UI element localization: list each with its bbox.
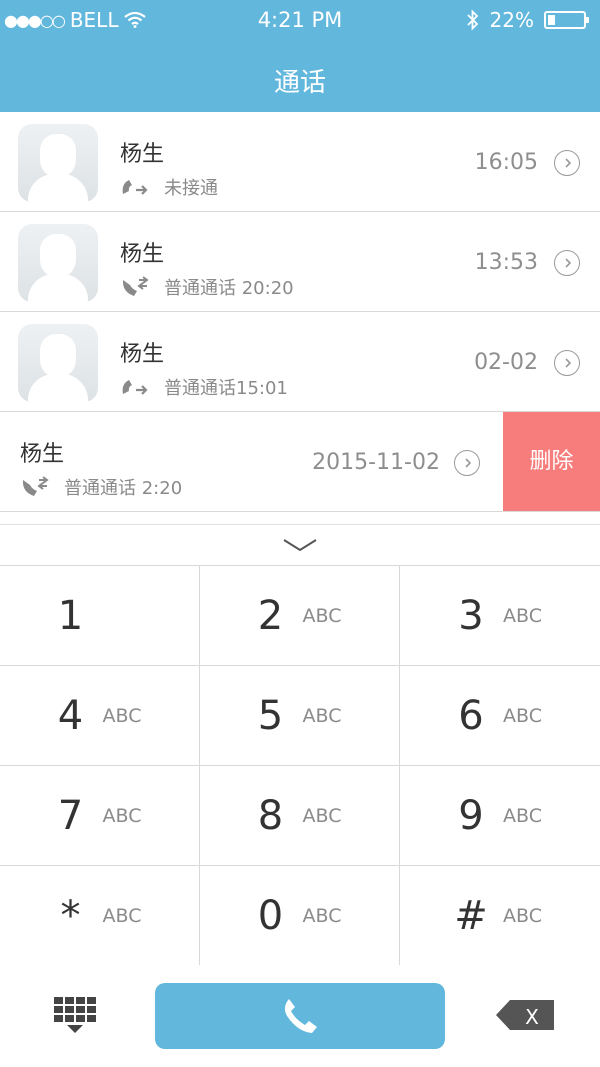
key-digit: * (60, 892, 81, 939)
key-letters: ABC (302, 604, 342, 627)
key-digit: 6 (458, 692, 484, 739)
key-letters: ABC (302, 804, 342, 827)
key-hash[interactable]: # ABC (400, 866, 600, 966)
delete-button[interactable]: 删除 (503, 412, 600, 511)
call-button[interactable] (155, 983, 445, 1049)
key-7[interactable]: 7 ABC (0, 766, 200, 866)
avatar (18, 324, 98, 402)
key-letters: ABC (102, 704, 142, 727)
bottom-bar: X (0, 965, 600, 1067)
contact-name: 杨生 (120, 142, 165, 167)
call-time: 13:53 (474, 250, 538, 275)
key-letters: ABC (302, 704, 342, 727)
key-letters: ABC (102, 804, 142, 827)
call-detail: 未接通 (164, 178, 218, 199)
incoming-call-icon (22, 476, 49, 496)
key-digit: 7 (57, 792, 84, 839)
key-3[interactable]: 3 ABC (400, 566, 600, 666)
call-row[interactable]: 杨生 普通通话15:01 02-02 (0, 312, 600, 412)
page-title: 通话 (273, 68, 326, 98)
outgoing-call-icon (122, 380, 148, 395)
key-digit: 8 (257, 792, 284, 839)
battery-icon (544, 11, 589, 29)
call-row[interactable]: 杨生 普通通话 2:20 2015-11-02 删除 (0, 412, 600, 512)
status-bar: ●●●○○ BELL 4:21 PM 22% (0, 6, 600, 34)
key-digit: 4 (57, 692, 84, 739)
key-6[interactable]: 6 ABC (400, 666, 600, 766)
call-detail: 普通通话 20:20 (164, 278, 294, 299)
avatar (18, 224, 98, 302)
key-1[interactable]: 1 (0, 566, 200, 666)
key-digit: 2 (257, 592, 284, 639)
key-letters: ABC (503, 904, 542, 927)
key-letters: ABC (503, 704, 542, 727)
key-letters: ABC (302, 904, 342, 927)
dial-keypad: 1 2 ABC 3 ABC 4 ABC 5 ABC 6 ABC 7 ABC 8 ABC 9 AB… (0, 565, 600, 966)
key-digit: # (454, 892, 488, 939)
call-detail: 普通通话 2:20 (64, 478, 183, 499)
chevron-right-circle-icon[interactable] (554, 250, 580, 276)
key-letters: ABC (102, 904, 142, 927)
call-time: 16:05 (474, 150, 538, 175)
key-0[interactable]: 0 ABC (200, 866, 400, 966)
call-detail: 普通通话15:01 (164, 378, 288, 399)
key-digit: 0 (257, 892, 284, 939)
call-time: 2015-11-02 (312, 450, 440, 475)
key-digit: 9 (458, 792, 484, 839)
incoming-call-icon (122, 276, 149, 296)
key-5[interactable]: 5 ABC (200, 666, 400, 766)
call-time: 02-02 (474, 350, 538, 375)
call-row[interactable]: 杨生 未接通 16:05 (0, 112, 600, 212)
contact-name: 杨生 (120, 242, 165, 267)
key-digit: 5 (257, 692, 284, 739)
key-4[interactable]: 4 ABC (0, 666, 200, 766)
call-row[interactable]: 杨生 普通通话 20:20 13:53 (0, 212, 600, 312)
outgoing-call-icon (122, 180, 148, 195)
contact-name: 杨生 (20, 442, 65, 467)
chevron-right-circle-icon[interactable] (454, 450, 480, 476)
chevron-right-circle-icon[interactable] (554, 350, 580, 376)
key-digit: 3 (458, 592, 484, 639)
key-8[interactable]: 8 ABC (200, 766, 400, 866)
contact-name: 杨生 (120, 342, 165, 367)
key-digit: 1 (57, 592, 84, 639)
key-letters: ABC (503, 604, 542, 627)
keypad-grid-icon[interactable] (54, 997, 96, 1035)
avatar (18, 124, 98, 202)
backspace-label: X (525, 1005, 539, 1029)
key-letters: ABC (503, 804, 542, 827)
call-log-list: 杨生 未接通 16:05 杨生 普通通话 20:20 13:53 杨生 普通通话… (0, 112, 600, 512)
bluetooth-icon (466, 9, 478, 31)
chevron-right-circle-icon[interactable] (554, 150, 580, 176)
battery-percent: 22% (489, 8, 534, 32)
key-2[interactable]: 2 ABC (200, 566, 400, 666)
phone-icon (284, 999, 317, 1033)
chevron-down-icon[interactable] (282, 537, 318, 553)
key-9[interactable]: 9 ABC (400, 766, 600, 866)
key-star[interactable]: * ABC (0, 866, 200, 966)
keypad-collapse-bar[interactable] (0, 524, 600, 566)
header: ●●●○○ BELL 4:21 PM 22% 通话 (0, 0, 600, 112)
